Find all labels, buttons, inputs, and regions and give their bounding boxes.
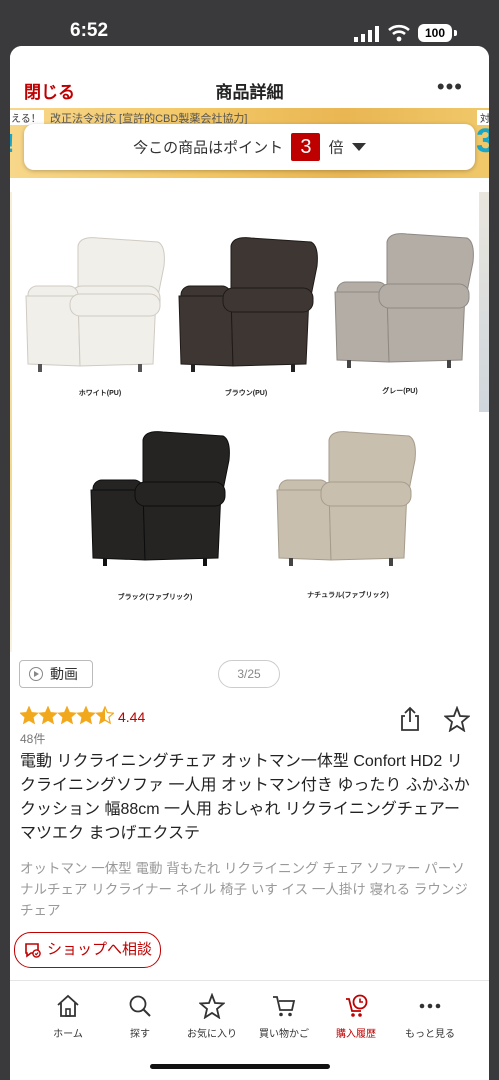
cart-icon bbox=[273, 996, 296, 1017]
points-suffix: 倍 bbox=[328, 139, 344, 157]
tab-label: 買い物かご bbox=[259, 1029, 309, 1040]
battery-nub bbox=[454, 30, 457, 36]
rating-value: 4.44 bbox=[118, 709, 146, 725]
shop-consult-button[interactable]: ショップへ相談 bbox=[14, 932, 161, 968]
image-page-indicator: 3/25 bbox=[218, 660, 280, 688]
chair-label: ホワイト(PU) bbox=[78, 390, 122, 397]
tab-label: もっと見る bbox=[405, 1029, 455, 1040]
chair-image-black bbox=[90, 431, 230, 566]
favorite-star-icon[interactable] bbox=[444, 706, 470, 732]
video-button[interactable]: 動画 bbox=[19, 660, 93, 688]
video-button-label: 動画 bbox=[50, 666, 78, 682]
tab-cart[interactable]: 買い物かご bbox=[248, 993, 320, 1040]
search-icon bbox=[129, 995, 151, 1017]
chair-image-white bbox=[25, 237, 165, 372]
home-icon bbox=[57, 994, 79, 1017]
product-title: 電動 リクライニングチェア オットマン一体型 Confort HD2 リクライニ… bbox=[20, 753, 470, 842]
tab-label: 購入履歴 bbox=[336, 1029, 376, 1040]
tab-search[interactable]: 探す bbox=[104, 993, 176, 1040]
history-icon bbox=[346, 994, 368, 1017]
more-icon bbox=[419, 1003, 441, 1009]
prev-image-edge bbox=[10, 192, 12, 652]
chair-label: ブラック(ファブリック) bbox=[117, 594, 193, 601]
more-options-button[interactable]: ••• bbox=[437, 74, 463, 100]
header: 閉じる 商品詳細 ••• bbox=[10, 46, 489, 110]
tab-more[interactable]: もっと見る bbox=[394, 993, 466, 1040]
star-rating-icons bbox=[19, 705, 115, 725]
product-image-gallery[interactable]: ホワイト(PU) ブラウン(PU) グレー(PU) ブラック(ファブリック) ナ… bbox=[10, 192, 489, 652]
chair-label: ナチュラル(ファブリック) bbox=[307, 592, 389, 599]
banner-left-text: える！ bbox=[10, 110, 44, 125]
product-detail-sheet: 閉じる 商品詳細 ••• える！ 改正法令対応 [宣許的CBD製薬会社協力] 対… bbox=[10, 46, 489, 1080]
next-image-edge bbox=[479, 192, 489, 412]
rating[interactable]: 4.44 bbox=[19, 705, 145, 726]
media-controls: 動画 3/25 bbox=[10, 658, 489, 694]
tab-purchase-history[interactable]: 購入履歴 bbox=[320, 993, 392, 1040]
tab-favorites[interactable]: お気に入り bbox=[176, 993, 248, 1040]
play-icon bbox=[29, 667, 43, 681]
chair-image-brown bbox=[178, 237, 318, 372]
signal-icon bbox=[354, 26, 379, 42]
chevron-down-icon[interactable] bbox=[351, 143, 366, 151]
chair-label: ブラウン(PU) bbox=[224, 390, 268, 397]
status-time: 6:52 bbox=[70, 20, 109, 41]
shop-consult-label: ショップへ相談 bbox=[47, 941, 153, 958]
points-multiplier: 3 bbox=[291, 133, 321, 161]
points-prefix: 今この商品はポイント bbox=[133, 139, 284, 157]
chair-label: グレー(PU) bbox=[382, 388, 418, 395]
chat-icon bbox=[25, 943, 41, 958]
wifi-icon bbox=[388, 24, 410, 42]
page-title: 商品詳細 bbox=[215, 83, 284, 102]
chair-image-gray bbox=[334, 233, 474, 368]
banner-exclamation: ! bbox=[10, 128, 15, 159]
home-indicator bbox=[150, 1064, 330, 1069]
battery-indicator: 100 bbox=[418, 24, 452, 42]
tab-label: お気に入り bbox=[187, 1029, 237, 1040]
tab-label: 探す bbox=[130, 1029, 150, 1040]
tab-label: ホーム bbox=[53, 1029, 83, 1040]
review-count[interactable]: 48件 bbox=[20, 730, 45, 747]
banner-number: 3 bbox=[476, 122, 489, 160]
points-multiplier-bar[interactable]: 今この商品はポイント 3 倍 bbox=[24, 124, 475, 170]
product-tags: オットマン 一体型 電動 背もたれ リクライニング チェア ソファー パーソナル… bbox=[20, 861, 468, 918]
chair-image-natural bbox=[276, 431, 416, 566]
tab-home[interactable]: ホーム bbox=[32, 993, 104, 1040]
star-icon bbox=[199, 993, 225, 1019]
share-icon[interactable] bbox=[398, 706, 422, 732]
